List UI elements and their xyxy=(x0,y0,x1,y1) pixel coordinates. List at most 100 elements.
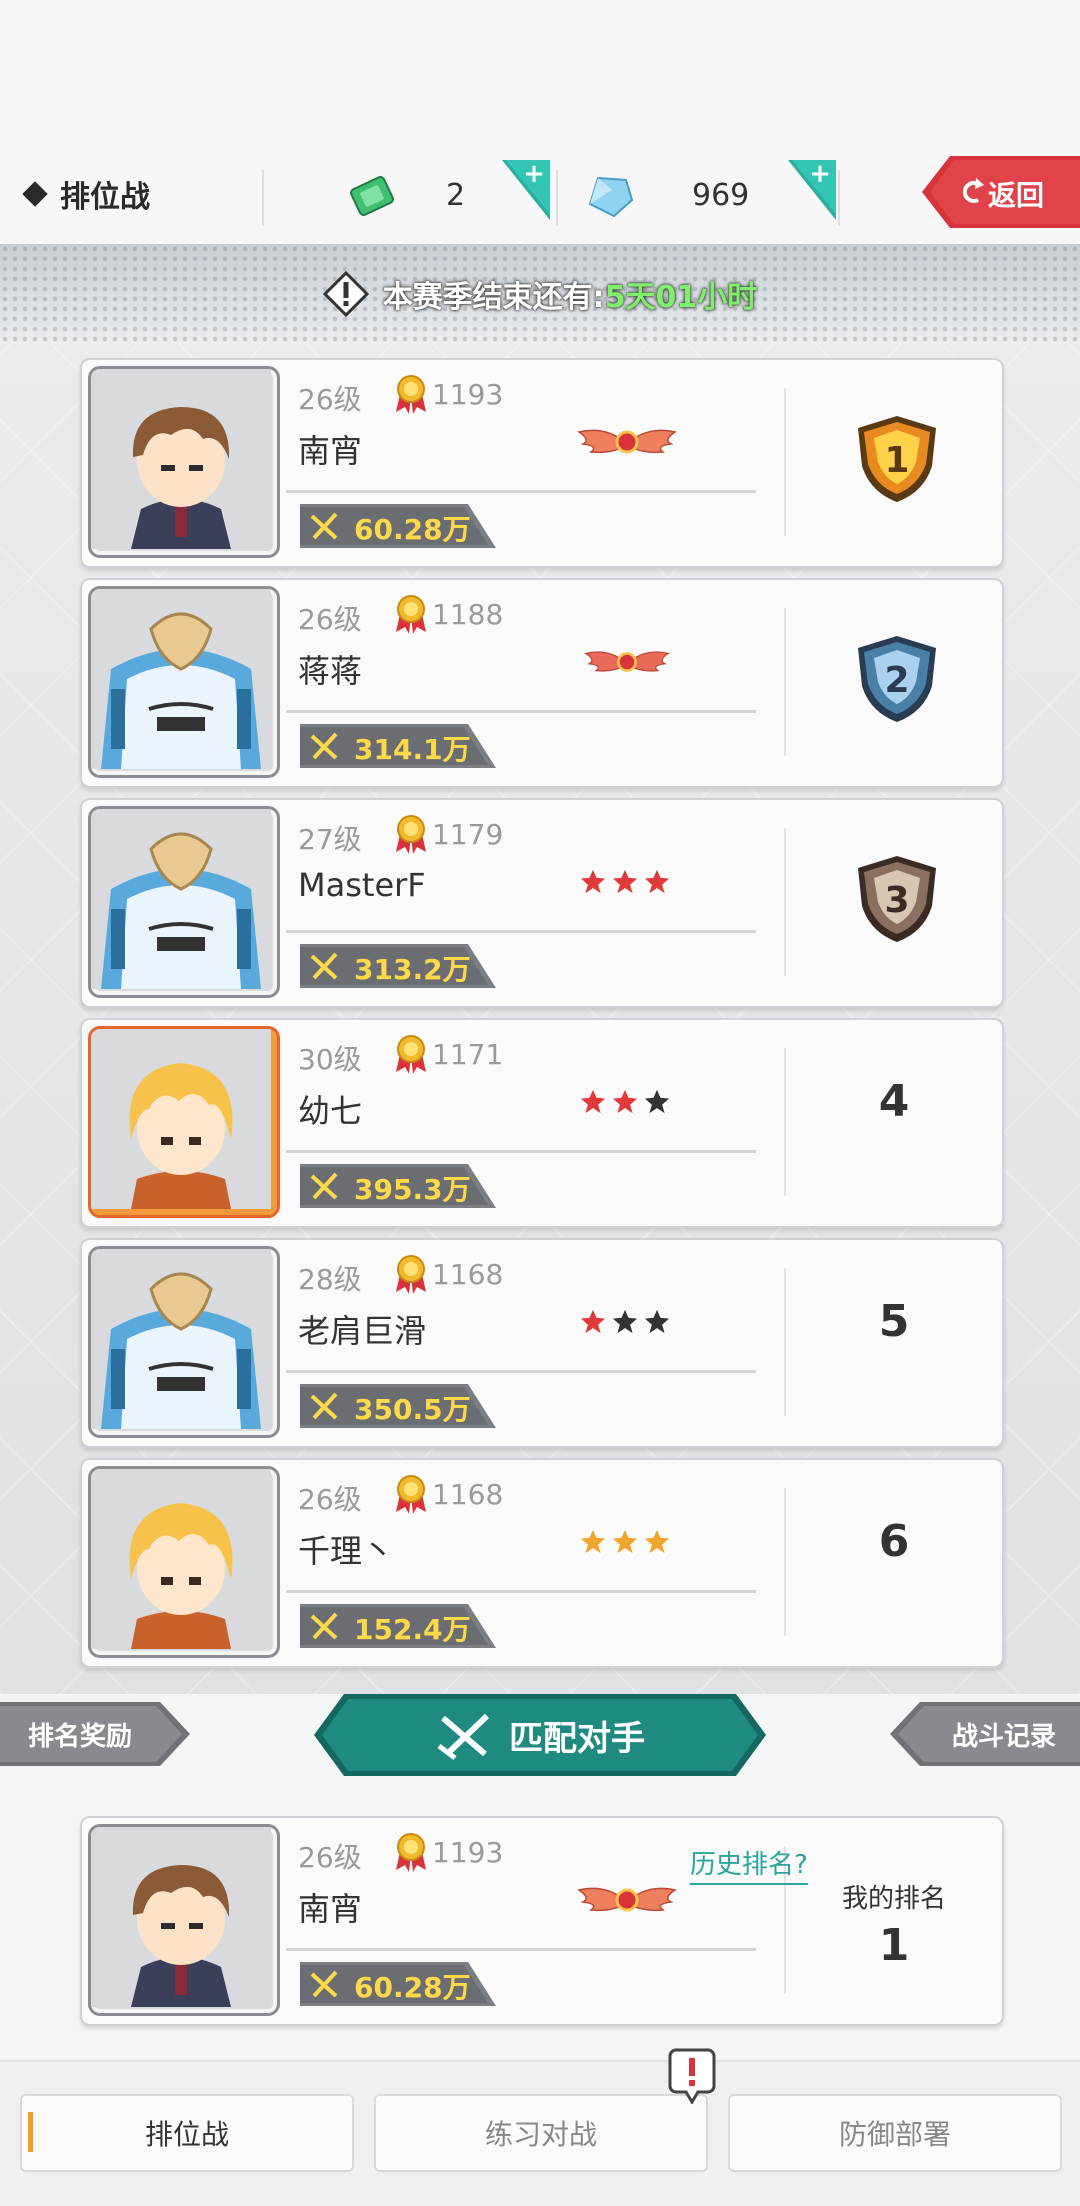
gem-resource xyxy=(584,166,636,226)
active-indicator xyxy=(28,2112,33,2152)
match-label: 匹配对手 xyxy=(509,1718,645,1759)
divider xyxy=(784,608,786,756)
player-card[interactable]: 27级 1179 MasterF 313.2万 3 xyxy=(80,798,1004,1008)
tab-ranked-battle[interactable]: 排位战 xyxy=(20,2094,354,2172)
rank-shield-icon: 1 xyxy=(850,412,944,510)
player-avatar[interactable] xyxy=(88,806,280,998)
player-power: 314.1万 xyxy=(354,733,471,766)
match-opponent-button[interactable]: 匹配对手 xyxy=(314,1694,766,1776)
player-name: 千理丶 xyxy=(298,1532,395,1570)
player-avatar[interactable] xyxy=(88,586,280,778)
svg-text:3: 3 xyxy=(884,880,909,921)
divider xyxy=(262,170,264,226)
header-bar: 排位战 2 + 969 + 返回 xyxy=(0,152,1080,244)
ranking-list: 26级 1193 南宵 60.28万 1 26级 1188 蒋蒋 314.1万 … xyxy=(0,344,1080,1694)
player-card[interactable]: 26级 1193 南宵 60.28万 1 xyxy=(80,358,1004,568)
player-name: 幼七 xyxy=(298,1092,363,1130)
ticket-resource xyxy=(346,166,398,226)
player-card[interactable]: 26级 1188 蒋蒋 314.1万 2 xyxy=(80,578,1004,788)
my-rank-label: 我的排名 xyxy=(841,1884,946,1914)
alert-icon xyxy=(668,2048,716,2104)
player-name: 南宵 xyxy=(298,1890,363,1928)
player-score: 1171 xyxy=(432,1038,504,1071)
player-power: 152.4万 xyxy=(354,1613,471,1646)
season-banner: 本赛季结束还有:5天01小时 xyxy=(0,244,1080,344)
rank-shield-icon: 3 xyxy=(850,852,944,950)
bottom-tab-bar: 排位战 练习对战 防御部署 xyxy=(0,2060,1080,2206)
player-avatar[interactable] xyxy=(88,1824,280,2016)
player-level: 26级 xyxy=(298,1483,362,1516)
divider xyxy=(784,828,786,976)
divider xyxy=(286,1370,756,1373)
player-power: 395.3万 xyxy=(354,1173,471,1206)
medal-icon xyxy=(394,1832,428,1876)
player-level: 26级 xyxy=(298,603,362,636)
add-gem-button[interactable]: + xyxy=(788,160,836,220)
player-power: 60.28万 xyxy=(354,1971,471,2004)
player-level: 26级 xyxy=(298,383,362,416)
divider xyxy=(784,1048,786,1196)
divider xyxy=(286,1150,756,1153)
player-level: 26级 xyxy=(298,1841,362,1874)
divider xyxy=(286,1948,756,1951)
tier-wings-icon xyxy=(572,420,682,464)
player-score: 1188 xyxy=(432,598,504,631)
warning-icon xyxy=(322,271,369,317)
rank-shield-icon: 2 xyxy=(850,632,944,730)
battle-log-label: 战斗记录 xyxy=(952,1722,1057,1752)
player-level: 27级 xyxy=(298,823,362,856)
player-card[interactable]: 26级 1168 千理丶 152.4万 6 xyxy=(80,1458,1004,1668)
player-level: 30级 xyxy=(298,1043,362,1076)
back-label: 返回 xyxy=(988,179,1045,212)
player-power: 350.5万 xyxy=(354,1393,471,1426)
medal-icon xyxy=(394,1474,428,1518)
player-score: 1179 xyxy=(432,818,504,851)
rank-number: 5 xyxy=(878,1296,910,1347)
player-card[interactable]: 28级 1168 老肩巨滑 350.5万 5 xyxy=(80,1238,1004,1448)
player-avatar[interactable] xyxy=(88,1026,280,1218)
medal-icon xyxy=(394,594,428,638)
crossed-swords-icon xyxy=(437,1713,490,1760)
tier-stars-icon xyxy=(572,1520,682,1564)
divider xyxy=(784,1268,786,1416)
divider xyxy=(556,170,558,226)
tier-stars-icon xyxy=(572,1300,682,1344)
my-rank-number: 1 xyxy=(878,1920,910,1971)
divider xyxy=(286,930,756,933)
tier-stars-icon xyxy=(572,1080,682,1124)
player-avatar[interactable] xyxy=(88,366,280,558)
player-level: 28级 xyxy=(298,1263,362,1296)
medal-icon xyxy=(394,1034,428,1078)
rank-rewards-button[interactable]: 排名奖励 xyxy=(0,1702,190,1766)
tier-wings-icon xyxy=(572,640,682,684)
divider xyxy=(286,490,756,493)
player-name: 老肩巨滑 xyxy=(298,1312,427,1350)
player-name: MasterF xyxy=(298,866,426,904)
player-avatar[interactable] xyxy=(88,1246,280,1438)
tab-defense-setup[interactable]: 防御部署 xyxy=(728,2094,1062,2172)
medal-icon xyxy=(394,374,428,418)
divider xyxy=(838,170,840,226)
tab-practice-battle[interactable]: 练习对战 xyxy=(374,2094,708,2172)
return-arrow-icon xyxy=(962,178,984,203)
player-name: 南宵 xyxy=(298,432,363,470)
medal-icon xyxy=(394,1254,428,1298)
player-card[interactable]: 30级 1171 幼七 395.3万 4 xyxy=(80,1018,1004,1228)
page-title: 排位战 xyxy=(20,172,150,216)
gem-count: 969 xyxy=(692,178,750,213)
tier-stars-icon xyxy=(572,860,682,904)
svg-text:2: 2 xyxy=(884,660,909,701)
add-ticket-button[interactable]: + xyxy=(502,160,550,220)
battle-log-button[interactable]: 战斗记录 xyxy=(890,1702,1080,1766)
rank-number: 4 xyxy=(878,1076,910,1127)
svg-text:+: + xyxy=(809,160,831,189)
tier-wings-icon xyxy=(572,1878,682,1922)
player-score: 1193 xyxy=(432,1836,504,1869)
ticket-count: 2 xyxy=(446,178,466,213)
status-area xyxy=(0,0,1080,152)
player-name: 蒋蒋 xyxy=(298,652,363,690)
my-player-card[interactable]: 26级 1193 南宵 60.28万 历史排名? 我的排名 1 xyxy=(80,1816,1004,2026)
player-avatar[interactable] xyxy=(88,1466,280,1658)
back-button[interactable]: 返回 xyxy=(922,156,1080,228)
divider xyxy=(784,1488,786,1636)
